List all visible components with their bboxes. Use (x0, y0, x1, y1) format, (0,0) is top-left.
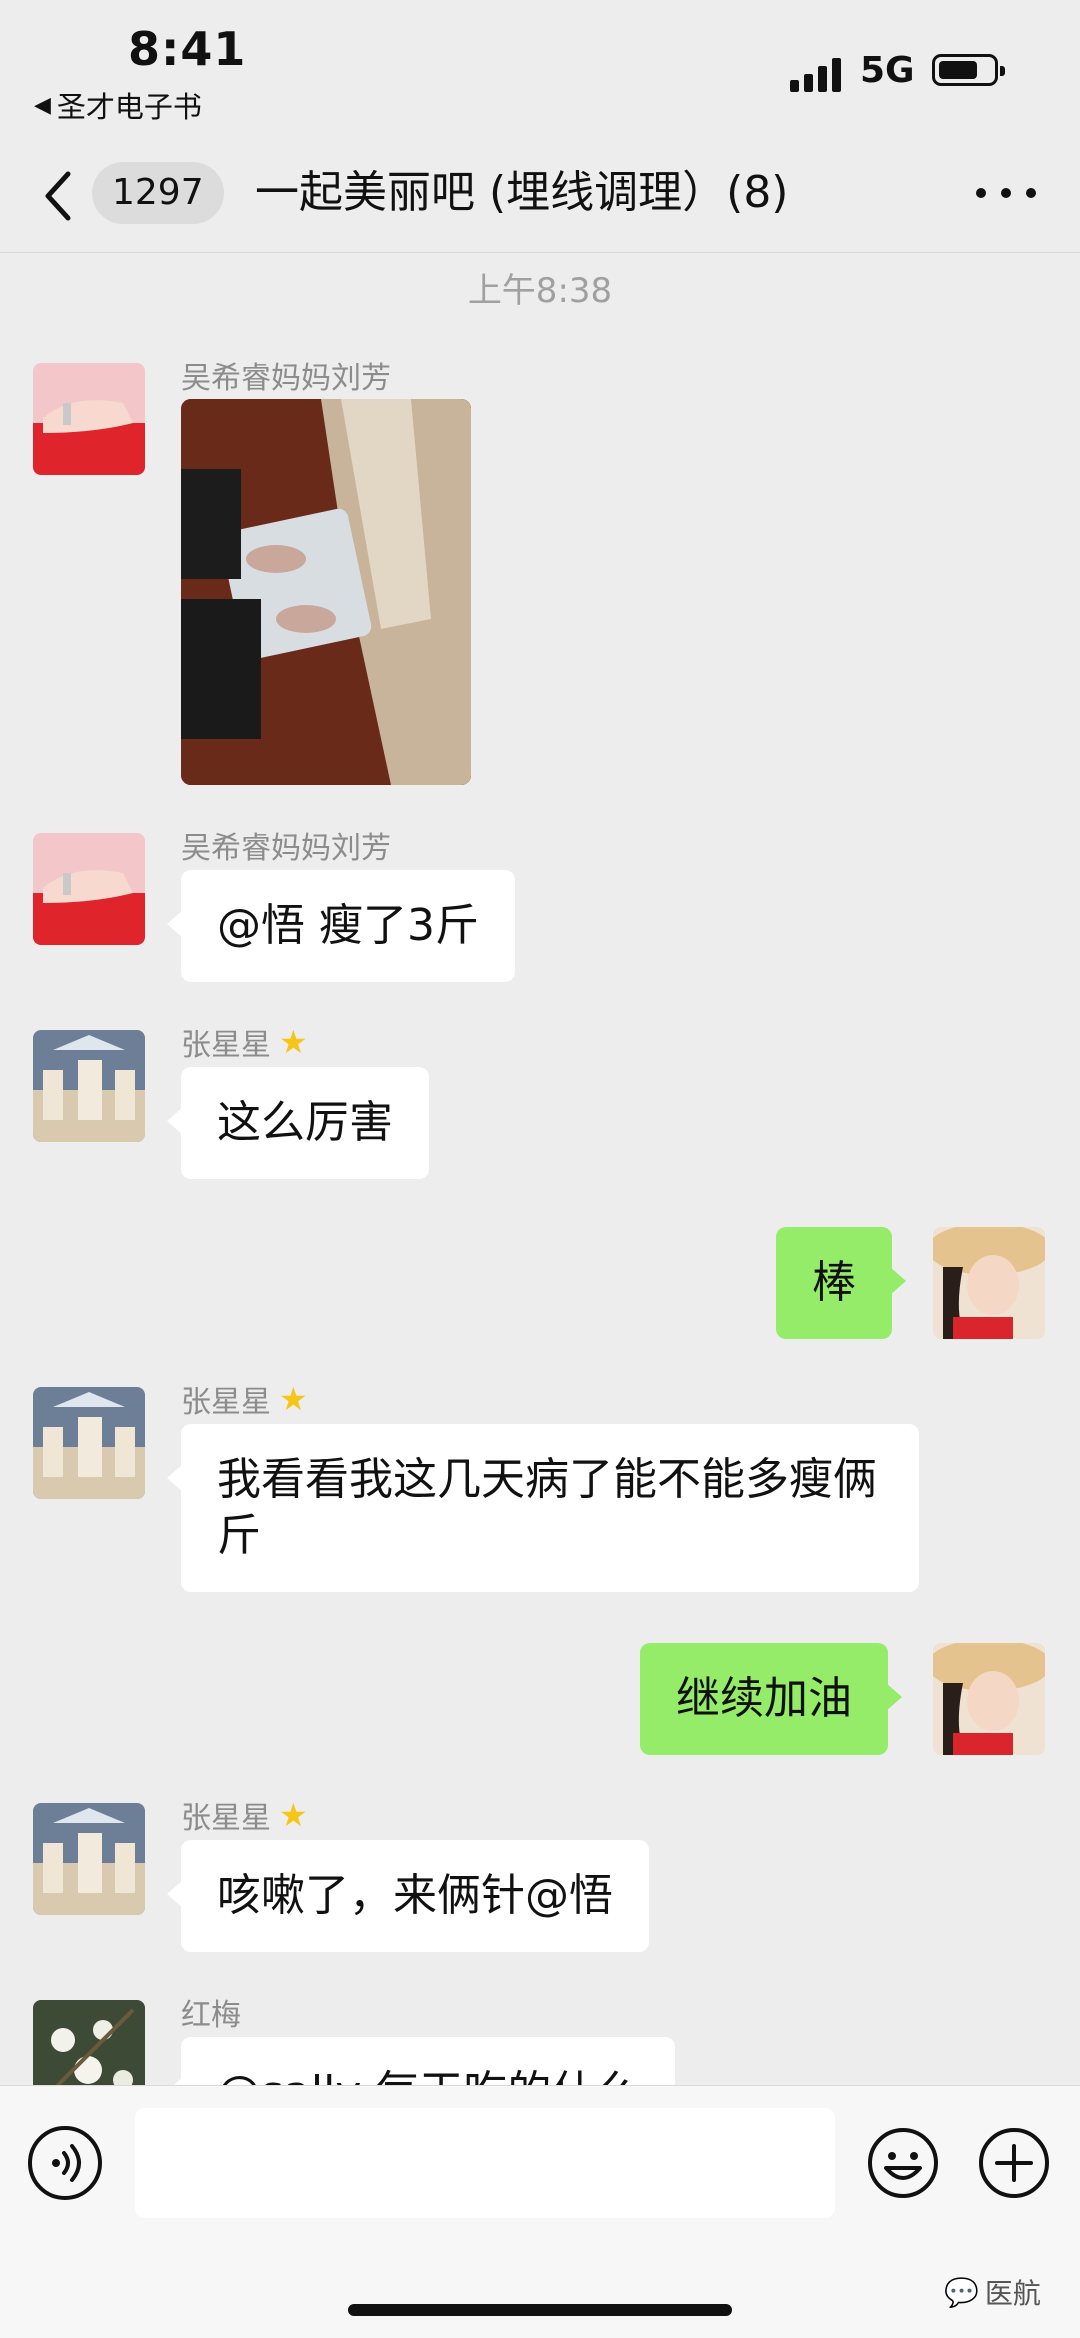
voice-waves-icon (52, 2144, 81, 2182)
message-input[interactable] (135, 2108, 835, 2218)
back-chevron-icon[interactable] (38, 166, 78, 226)
star-badge-icon: ★ (279, 1023, 308, 1061)
back-triangle-icon: ◀ (34, 92, 51, 118)
sender-name: 吴希睿妈妈刘芳 (181, 823, 391, 867)
chat-input-bar: 💬 医航 (0, 2085, 1080, 2338)
avatar-wuxirui-mama[interactable] (33, 833, 145, 945)
message-bubble[interactable]: 这么厉害 (167, 1067, 429, 1179)
network-type: 5G (860, 50, 915, 91)
home-indicator[interactable] (348, 2304, 732, 2316)
sender-name-text: 吴希睿妈妈刘芳 (181, 831, 391, 866)
status-bar: 8:41 ◀ 圣才电子书 5G (0, 0, 1080, 140)
sender-name: 张星星 ★ (181, 1020, 308, 1064)
more-options-icon[interactable] (976, 168, 1036, 218)
avatar-zhangxingxing[interactable] (33, 1387, 145, 1499)
sender-name: 张星星 ★ (181, 1377, 308, 1421)
unread-count-badge[interactable]: 1297 (92, 162, 224, 224)
back-app-label: 圣才电子书 (56, 90, 202, 124)
message-bubble[interactable]: 继续加油 (640, 1643, 902, 1755)
add-more-icon[interactable] (977, 2126, 1051, 2200)
sender-name: 红梅 (181, 1990, 241, 2034)
emoji-icon[interactable] (866, 2126, 940, 2200)
sender-name-text: 红梅 (181, 1998, 241, 2033)
star-badge-icon: ★ (279, 1796, 308, 1834)
chat-nav-bar: 1297 一起美丽吧 (埋线调理）(8) (0, 140, 1080, 253)
battery-icon (932, 54, 1005, 86)
message-timestamp: 上午8:38 (467, 271, 613, 311)
sender-name: 吴希睿妈妈刘芳 (181, 353, 391, 397)
avatar-self[interactable] (933, 1227, 1045, 1339)
sender-name-text: 张星星 (181, 1028, 271, 1063)
sender-name-text: 张星星 (181, 1801, 271, 1836)
voice-input-button[interactable] (28, 2126, 102, 2200)
message-list[interactable]: 上午8:38 吴希睿妈妈刘芳 吴希睿妈妈刘芳 @悟 瘦了3斤 张星星 ★ 这么厉… (0, 253, 1080, 2085)
avatar-hongmei[interactable] (33, 2000, 145, 2085)
message-image[interactable] (181, 399, 471, 785)
sender-name: 张星星 ★ (181, 1793, 308, 1837)
message-bubble[interactable]: 咳嗽了，来俩针@悟 (167, 1840, 649, 1952)
sender-name-text: 吴希睿妈妈刘芳 (181, 361, 391, 396)
status-time: 8:41 (128, 22, 247, 76)
cellular-signal-icon (790, 56, 846, 92)
message-bubble[interactable]: @sally 每天吃的什么 (166, 2037, 676, 2085)
chat-title: 一起美丽吧 (埋线调理）(8) (255, 167, 789, 218)
watermark-text: 医航 (984, 2277, 1041, 2310)
wechat-logo-icon: 💬 (944, 2275, 979, 2309)
avatar-wuxirui-mama[interactable] (33, 363, 145, 475)
message-bubble[interactable]: 我看看我这几天病了能不能多瘦俩斤 (167, 1424, 919, 1592)
star-badge-icon: ★ (279, 1380, 308, 1418)
message-bubble[interactable]: @悟 瘦了3斤 (167, 870, 515, 982)
watermark: 💬 医航 (944, 2272, 1041, 2312)
avatar-zhangxingxing[interactable] (33, 1030, 145, 1142)
back-to-app-link[interactable]: ◀ 圣才电子书 (34, 84, 202, 126)
message-bubble[interactable]: 棒 (776, 1227, 906, 1339)
avatar-zhangxingxing[interactable] (33, 1803, 145, 1915)
sender-name-text: 张星星 (181, 1385, 271, 1420)
avatar-self[interactable] (933, 1643, 1045, 1755)
